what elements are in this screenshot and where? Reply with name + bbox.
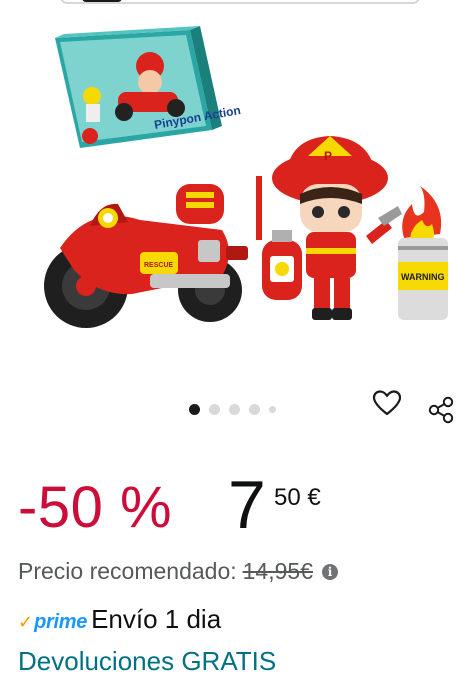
carousel-dot-3[interactable] (229, 404, 240, 415)
product-box: Pinypon Action (55, 26, 242, 148)
barrel-label: WARNING (401, 272, 445, 282)
carousel-dot-5[interactable] (269, 406, 276, 413)
free-returns-link[interactable]: Devoluciones GRATIS (18, 646, 276, 677)
recommended-price-label: Precio recomendado: (18, 558, 237, 584)
warning-barrel: WARNING (398, 186, 448, 320)
heart-icon (372, 390, 402, 416)
helmet-badge: P (324, 149, 332, 163)
carousel-dots[interactable] (189, 404, 276, 415)
top-pill-indicator (82, 0, 122, 2)
motorbike: RESCUE (44, 184, 248, 328)
prime-logo: ✓ prime (18, 611, 87, 634)
wishlist-button[interactable] (370, 386, 404, 420)
delivery-text: Envío 1 dia (91, 604, 222, 634)
recommended-price: Precio recomendado: 14,95€ i (18, 558, 338, 585)
share-button[interactable] (424, 393, 458, 427)
carousel-dot-4[interactable] (249, 404, 260, 415)
price-block: -50 % 7 50 € (18, 460, 458, 543)
share-icon (428, 396, 454, 424)
price-whole: 7 (228, 467, 266, 543)
discount-percentage: -50 % (18, 475, 173, 540)
prime-delivery: ✓ prime Envío 1 dia (18, 604, 221, 635)
info-icon[interactable]: i (321, 563, 338, 580)
prime-label: prime (34, 611, 88, 633)
recommended-price-value: 14,95€ (242, 558, 313, 584)
carousel-dot-2[interactable] (209, 404, 220, 415)
carousel-dot-1[interactable] (189, 404, 200, 415)
motorbike-label: RESCUE (144, 262, 174, 269)
prime-check-icon: ✓ (18, 612, 34, 632)
price-fraction: 50 € (274, 484, 321, 511)
product-image[interactable]: Pinypon Action RESCUE P WARNING (0, 8, 475, 378)
